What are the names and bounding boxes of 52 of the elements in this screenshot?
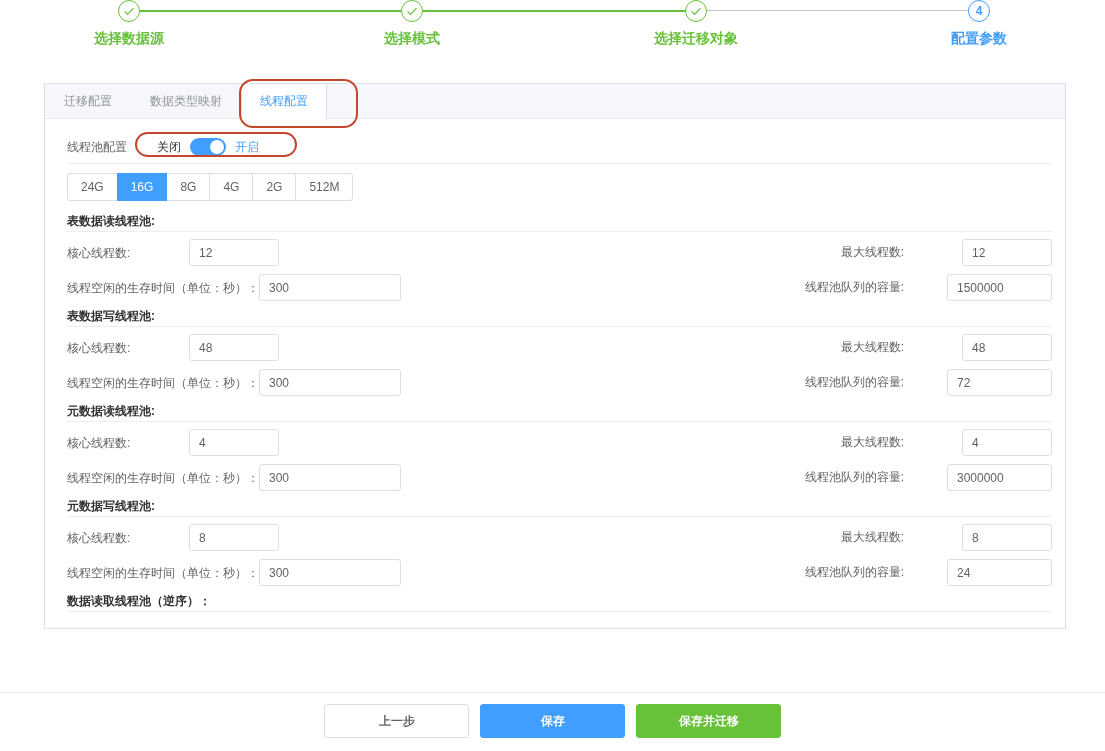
step-label: 配置参数 — [951, 29, 1007, 48]
field-label: 线程空闲的生存时间（单位：秒）： — [67, 566, 259, 580]
input-field[interactable]: 4 — [189, 429, 279, 456]
input-field[interactable]: 4 — [962, 429, 1052, 456]
input-field[interactable]: 8 — [962, 524, 1052, 551]
size-option[interactable]: 8G — [166, 173, 211, 201]
input-field[interactable]: 300 — [259, 559, 401, 586]
size-option[interactable]: 2G — [252, 173, 297, 201]
input-field[interactable]: 300 — [259, 464, 401, 491]
input-field[interactable]: 8 — [189, 524, 279, 551]
field-label: 线程池队列的容量: — [804, 469, 904, 486]
toggle-switch[interactable] — [190, 138, 226, 156]
field-label: 线程池队列的容量: — [804, 374, 904, 391]
section-heading: 数据读取线程池（逆序）： — [67, 594, 211, 608]
size-option[interactable]: 4G — [209, 173, 254, 201]
switch-label: 关闭 — [157, 138, 181, 156]
section-heading: 元数据写线程池: — [67, 499, 155, 513]
field-label: 核心线程数: — [67, 531, 131, 545]
section-heading: 元数据读线程池: — [67, 404, 155, 418]
field-label: 核心线程数: — [67, 436, 131, 450]
previous-step-button[interactable]: 上一步 — [324, 704, 469, 738]
input-field[interactable]: 48 — [962, 334, 1052, 361]
input-field[interactable]: 1500000 — [947, 274, 1052, 301]
field-label: 核心线程数: — [67, 341, 131, 355]
field-label: 线程空闲的生存时间（单位：秒）： — [67, 281, 259, 295]
size-option[interactable]: 512M — [295, 173, 354, 201]
switch-label: 开启 — [235, 138, 259, 156]
size-option[interactable]: 24G — [67, 173, 118, 201]
field-label: 核心线程数: — [67, 246, 131, 260]
step-number: 4 — [968, 0, 990, 22]
field-label: 线程池队列的容量: — [804, 279, 904, 296]
field-label: 线程池配置 — [67, 138, 127, 156]
step-label: 选择数据源 — [94, 29, 164, 48]
field-label: 最大线程数: — [840, 434, 904, 451]
step-label: 选择模式 — [384, 29, 441, 48]
input-field[interactable]: 12 — [189, 239, 279, 266]
field-label: 线程空闲的生存时间（单位：秒）： — [67, 471, 259, 485]
input-field[interactable]: 48 — [189, 334, 279, 361]
section-heading: 表数据写线程池: — [67, 309, 155, 323]
section-heading: 表数据读线程池: — [67, 214, 155, 228]
input-field[interactable]: 3000000 — [947, 464, 1052, 491]
input-field[interactable]: 12 — [962, 239, 1052, 266]
field-label: 最大线程数: — [840, 244, 904, 261]
field-label: 线程空闲的生存时间（单位：秒）： — [67, 376, 259, 390]
field-label: 线程池队列的容量: — [804, 564, 904, 581]
input-field[interactable]: 24 — [947, 559, 1052, 586]
step-label: 选择迁移对象 — [653, 29, 738, 48]
input-field[interactable]: 72 — [947, 369, 1052, 396]
field-label: 最大线程数: — [840, 339, 904, 356]
field-label: 最大线程数: — [840, 529, 904, 546]
input-field[interactable]: 300 — [259, 274, 401, 301]
input-field[interactable]: 300 — [259, 369, 401, 396]
